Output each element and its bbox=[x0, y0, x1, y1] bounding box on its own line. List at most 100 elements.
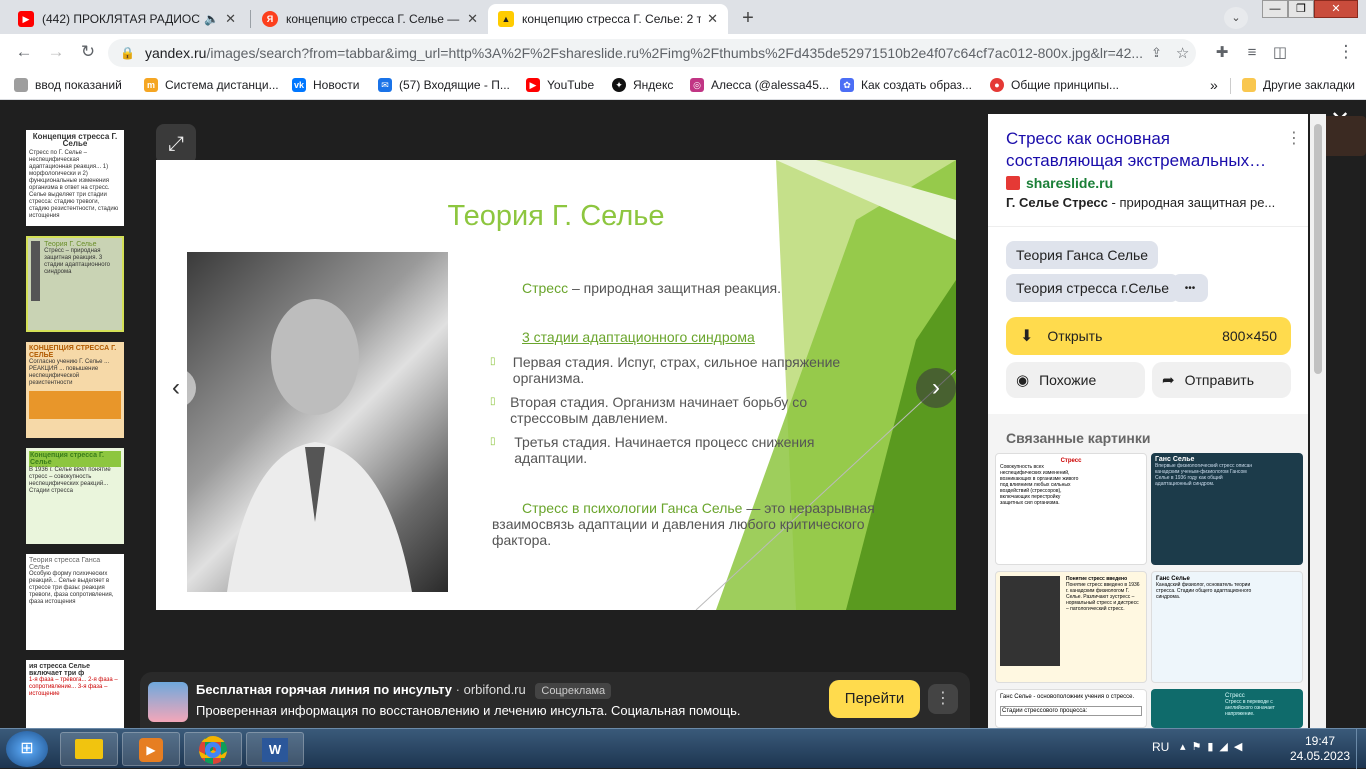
bullet-icon: ▯ bbox=[490, 356, 496, 367]
restore-icon[interactable]: ❐ bbox=[1288, 0, 1314, 18]
bookmark-label: Новости bbox=[313, 78, 360, 92]
related-body: Канадский физиолог, основатель теории ст… bbox=[1156, 582, 1252, 600]
thumb-title: Концепция стресса Г. Селье bbox=[29, 451, 121, 467]
bookmark-label: ввод показаний bbox=[35, 78, 122, 92]
bookmark-item[interactable]: ▶ YouTube bbox=[526, 76, 594, 94]
bookmark-item[interactable]: ◎ Алесса (@alessa45... bbox=[690, 76, 829, 94]
back-icon[interactable]: ← bbox=[12, 40, 36, 64]
ad-title: Бесплатная горячая линия по инсульту bbox=[196, 682, 452, 697]
related-image-2[interactable]: Ганс Селье Впервые физиологический стрес… bbox=[1151, 453, 1303, 565]
related-image-5[interactable]: Ганс Селье - основоположник учения о стр… bbox=[995, 689, 1147, 728]
forward-icon[interactable]: → bbox=[44, 40, 68, 64]
tray-icons[interactable]: ▴⚑▮◢◀ bbox=[1180, 740, 1248, 753]
stage-text: Вторая стадия. Организм начинает борьбу … bbox=[510, 394, 808, 426]
bookmark-item[interactable]: ✉ (57) Входящие - П... bbox=[378, 76, 510, 94]
related-image-1[interactable]: Стресс Совокупность всех неспецифических… bbox=[995, 453, 1147, 565]
bookmark-item[interactable]: ввод показаний bbox=[14, 76, 122, 94]
show-desktop-button[interactable] bbox=[1356, 729, 1366, 769]
side-panel-icon[interactable]: ◫ bbox=[1268, 40, 1292, 64]
clock-date: 24.05.2023 bbox=[1290, 749, 1351, 763]
youtube-icon: ▶ bbox=[526, 78, 540, 92]
next-image-button[interactable]: › bbox=[916, 368, 956, 408]
ad-domain: orbifond.ru bbox=[463, 682, 526, 697]
bookmark-item[interactable]: vk Новости bbox=[292, 76, 359, 94]
source-title-link[interactable]: Стресс как основная составляющая экстрем… bbox=[1006, 128, 1276, 172]
thumb-3[interactable]: КОНЦЕПЦИЯ СТРЕССА Г. СЕЛЬЕ Согласно учен… bbox=[26, 342, 124, 438]
thumb-6[interactable]: ия стресса Селье включает три ф 1-я фаза… bbox=[26, 660, 124, 728]
panel-scrollbar[interactable] bbox=[1310, 114, 1326, 728]
close-window-icon[interactable]: ✕ bbox=[1314, 0, 1358, 18]
tab-strip: ▶ (442) ПРОКЛЯТАЯ РАДИОСТ 🔈 ✕ Я концепци… bbox=[0, 0, 1366, 34]
tab-close-icon[interactable]: ✕ bbox=[707, 11, 718, 27]
tag-chip[interactable]: Теория Ганса Селье bbox=[1006, 241, 1159, 269]
clock[interactable]: 19:47 24.05.2023 bbox=[1290, 734, 1350, 764]
language-indicator[interactable]: RU bbox=[1152, 740, 1169, 754]
bookmark-item[interactable]: ● Общие принципы... bbox=[990, 76, 1119, 94]
address-bar[interactable]: 🔒 yandex.ru/images/search?from=tabbar&im… bbox=[108, 39, 1196, 67]
related-image-6[interactable]: Стресс Стресс в переводе с английского о… bbox=[1151, 689, 1303, 728]
tab-search-icon[interactable]: ⌄ bbox=[1224, 7, 1248, 29]
thumb-body: Стресс – природная защитная реакция. 3 с… bbox=[44, 248, 110, 275]
related-body: Совокупность всех неспецифических измене… bbox=[1000, 464, 1079, 506]
share-page-icon[interactable]: ⇪ bbox=[1151, 45, 1162, 61]
speaker-icon[interactable]: 🔈 bbox=[204, 12, 219, 26]
bookmark-label: (57) Входящие - П... bbox=[399, 78, 510, 92]
vk-icon: vk bbox=[292, 78, 306, 92]
thumb-1[interactable]: Концепция стресса Г. Селье Стресс по Г. … bbox=[26, 130, 124, 226]
fullscreen-icon[interactable]: ⤢ bbox=[156, 124, 196, 164]
chrome-taskbar-button[interactable] bbox=[184, 732, 242, 766]
bullet-icon: ▯ bbox=[490, 436, 496, 447]
share-label: Отправить bbox=[1184, 372, 1254, 388]
thumb-5[interactable]: Теория стресса Ганса Селье Особую форму … bbox=[26, 554, 124, 650]
tab-close-icon[interactable]: ✕ bbox=[467, 11, 478, 27]
bookmark-item[interactable]: ✦ Яндекс bbox=[612, 76, 673, 94]
menu-icon[interactable]: ⋮ bbox=[1334, 40, 1358, 64]
word-taskbar-button[interactable]: W bbox=[246, 732, 304, 766]
scrollbar-thumb[interactable] bbox=[1314, 124, 1322, 374]
ad-cta-button[interactable]: Перейти bbox=[829, 680, 920, 718]
explorer-taskbar-button[interactable] bbox=[60, 732, 118, 766]
new-tab-icon[interactable]: + bbox=[736, 6, 760, 30]
share-arrow-icon: ➦ bbox=[1162, 372, 1175, 389]
tab-yandex-search[interactable]: Я концепцию стресса Г. Селье — ✕ bbox=[252, 4, 488, 34]
folder-icon bbox=[1242, 78, 1256, 92]
prev-image-button[interactable]: ‹ bbox=[156, 368, 196, 408]
social-ad-banner[interactable]: Бесплатная горячая линия по инсульту · o… bbox=[140, 672, 970, 728]
bookmark-item[interactable]: ✿ Как создать образ... bbox=[840, 76, 972, 94]
tab-yandex-images[interactable]: ▲ концепцию стресса Г. Селье: 2 т ✕ bbox=[488, 4, 728, 34]
related-image-4[interactable]: Ганс Селье Канадский физиолог, основател… bbox=[1151, 571, 1303, 683]
open-image-button[interactable]: ⬇ Открыть 800×450 bbox=[1006, 317, 1291, 355]
bookmarks-overflow[interactable]: » bbox=[1210, 76, 1218, 94]
thumb-body: 1-я фаза – тревога... 2-я фаза – сопроти… bbox=[29, 677, 118, 697]
stage-item: ▯ Вторая стадия. Организм начинает борьбу… bbox=[490, 394, 880, 426]
reload-icon[interactable]: ↻ bbox=[76, 40, 100, 64]
lock-icon: 🔒 bbox=[120, 46, 135, 60]
bookmark-label: Как создать образ... bbox=[861, 78, 972, 92]
other-bookmarks[interactable]: Другие закладки bbox=[1242, 76, 1355, 94]
tab-close-icon[interactable]: ✕ bbox=[225, 11, 236, 27]
related-image-3[interactable]: Понятие стресс введено Понятие стресс вв… bbox=[995, 571, 1147, 683]
stage-text: Третья стадия. Начинается процесс снижен… bbox=[514, 434, 815, 466]
source-site[interactable]: shareslide.ru bbox=[1006, 175, 1113, 191]
media-control-icon[interactable]: ≡ bbox=[1240, 40, 1264, 64]
bookmark-label: Другие закладки bbox=[1263, 78, 1355, 92]
bookmark-star-icon[interactable]: ☆ bbox=[1176, 44, 1189, 62]
panel-menu-icon[interactable]: ⋮ bbox=[1286, 128, 1302, 148]
similar-button[interactable]: ◉ Похожие bbox=[1006, 362, 1145, 398]
minimize-icon[interactable]: — bbox=[1262, 0, 1288, 18]
portrait-figure bbox=[227, 299, 412, 592]
thumb-2-selected[interactable]: Теория Г. Селье Стресс – природная защит… bbox=[26, 236, 124, 332]
start-button[interactable]: ⊞ bbox=[6, 731, 48, 767]
bookmark-item[interactable]: m Система дистанци... bbox=[144, 76, 279, 94]
more-tags-button[interactable]: ••• bbox=[1172, 274, 1208, 302]
camera-icon: ◉ bbox=[1016, 372, 1030, 389]
tab-youtube[interactable]: ▶ (442) ПРОКЛЯТАЯ РАДИОСТ 🔈 ✕ bbox=[8, 4, 246, 34]
thumb-4[interactable]: Концепция стресса Г. Селье В 1936 г. Сел… bbox=[26, 448, 124, 544]
ad-menu-icon[interactable]: ⋮ bbox=[928, 684, 958, 714]
ad-header: Бесплатная горячая линия по инсульту · o… bbox=[196, 682, 612, 699]
tag-chip[interactable]: Теория стресса г.Селье bbox=[1006, 274, 1180, 302]
thumb-body: Стресс по Г. Селье – неспецифическая ада… bbox=[29, 150, 119, 219]
media-taskbar-button[interactable]: ▶ bbox=[122, 732, 180, 766]
share-button[interactable]: ➦ Отправить bbox=[1152, 362, 1291, 398]
extensions-icon[interactable]: ✚ bbox=[1210, 40, 1234, 64]
